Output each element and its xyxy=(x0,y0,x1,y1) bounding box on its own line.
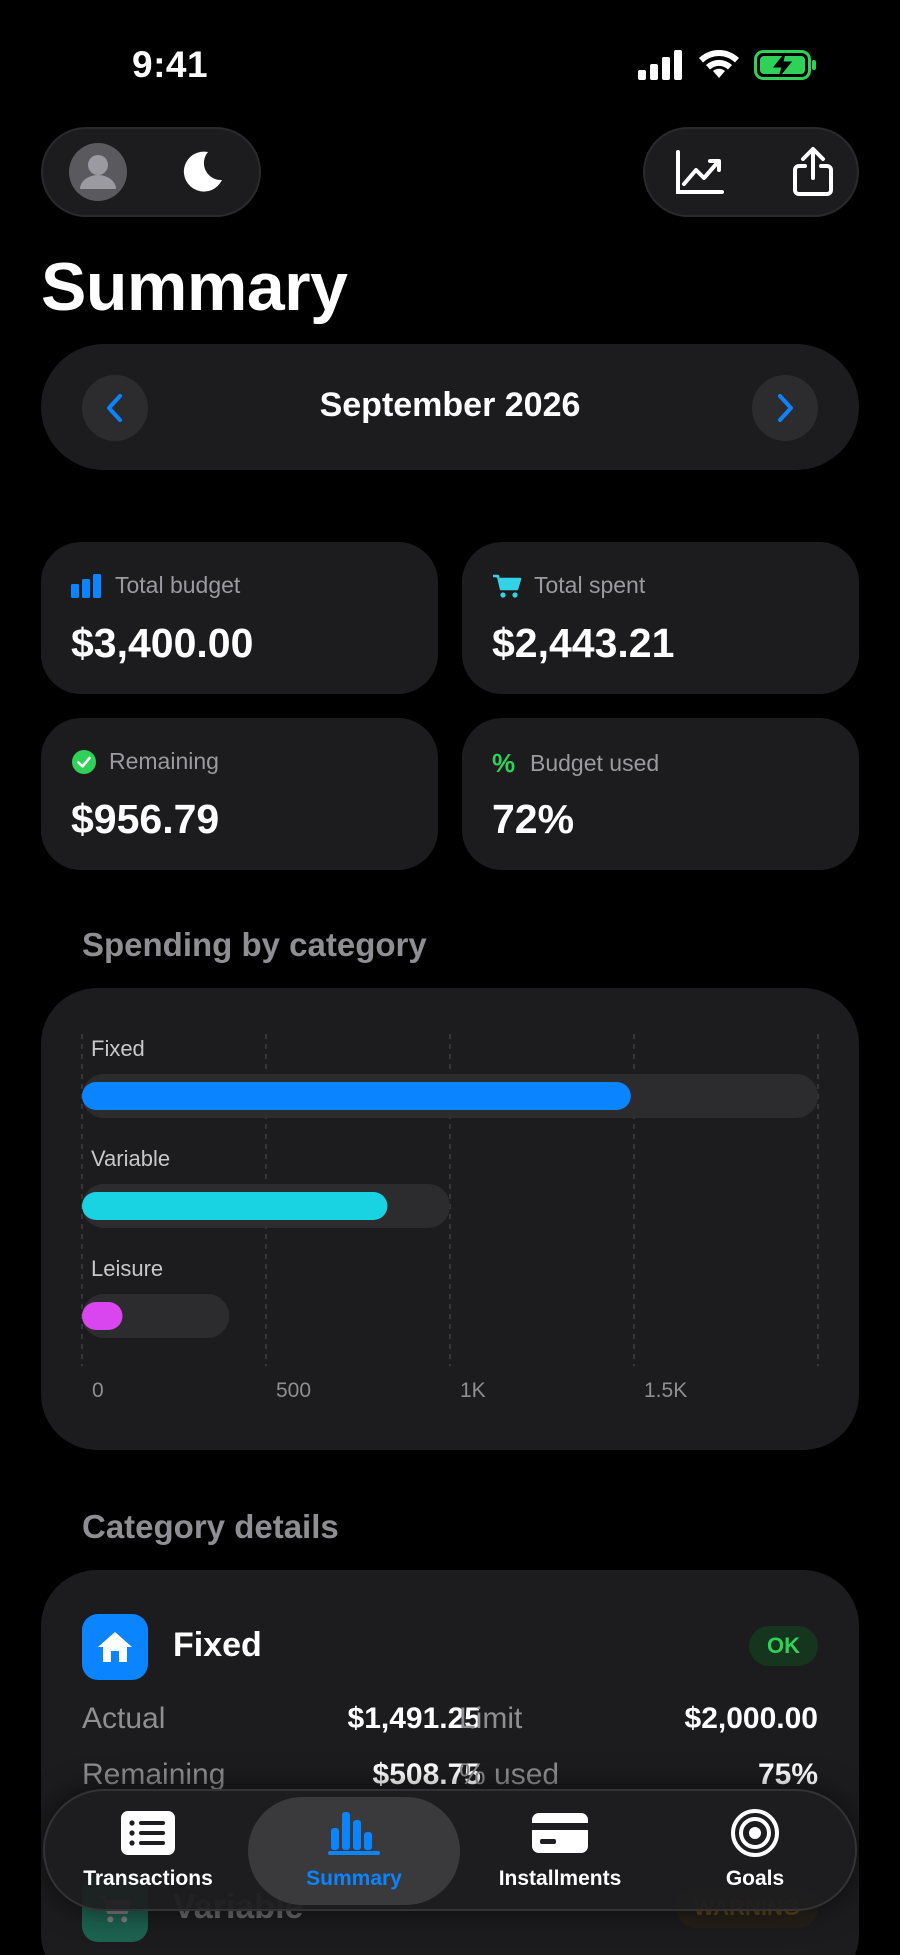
tab-transactions[interactable]: Transactions xyxy=(53,1797,243,1905)
stat-card-total-budget: Total budget $3,400.00 xyxy=(41,542,438,694)
tab-label: Installments xyxy=(498,1867,622,1890)
profile-button[interactable] xyxy=(53,129,143,215)
share-icon xyxy=(792,147,833,196)
stat-card-remaining: Remaining $956.79 xyxy=(41,718,438,870)
tab-label: Transactions xyxy=(83,1867,213,1890)
cart-icon xyxy=(493,574,522,598)
percent-used-value: 75% xyxy=(757,1758,818,1791)
month-selector: September 2026 xyxy=(41,344,859,470)
percent-icon: % xyxy=(492,748,516,778)
tab-label: Goals xyxy=(725,1867,785,1890)
x-tick-label: 1K xyxy=(460,1379,486,1402)
remaining-value: $508.75 xyxy=(372,1758,481,1791)
target-icon xyxy=(731,1809,779,1857)
spending-chart: 0 500 1K 1.5K Fixed Variable Leisure xyxy=(41,988,859,1450)
house-icon xyxy=(98,1632,132,1662)
bar xyxy=(82,1192,388,1220)
status-bar: 9:41 xyxy=(0,0,900,130)
tab-bar: Transactions Summary Installments Goals xyxy=(43,1789,857,1911)
tab-summary[interactable]: Summary xyxy=(248,1797,460,1905)
tab-goals[interactable]: Goals xyxy=(660,1797,850,1905)
x-tick-label: 500 xyxy=(276,1379,311,1402)
stat-card-total-spent: Total spent $2,443.21 xyxy=(462,542,859,694)
theme-toggle-button[interactable] xyxy=(157,129,247,215)
month-label: September 2026 xyxy=(319,386,581,424)
stat-value: $2,443.21 xyxy=(492,620,675,666)
category-name: Fixed xyxy=(173,1626,262,1664)
category-label: Variable xyxy=(91,1146,170,1171)
person-icon xyxy=(69,143,127,201)
category-icon xyxy=(82,1614,148,1680)
page-title: Summary xyxy=(41,249,348,325)
battery-charging-icon xyxy=(754,50,816,80)
checkmark-circle-icon xyxy=(72,749,96,774)
trend-chart-icon xyxy=(675,150,724,194)
chevron-right-icon xyxy=(778,394,793,422)
x-tick-label: 0 xyxy=(92,1379,104,1402)
stat-label: Total spent xyxy=(534,572,646,598)
tab-label: Summary xyxy=(306,1867,402,1890)
status-time: 9:41 xyxy=(132,44,209,85)
bar-chart-icon xyxy=(71,573,101,598)
signal-icon xyxy=(638,50,682,80)
toolbar-left xyxy=(41,127,261,217)
status-icons xyxy=(638,50,818,80)
next-month-button[interactable] xyxy=(752,375,818,441)
stat-label: Total budget xyxy=(115,572,241,598)
stat-value: $956.79 xyxy=(71,796,220,842)
category-label: Leisure xyxy=(91,1256,163,1281)
share-button[interactable] xyxy=(768,129,857,215)
percent-used-label: % used xyxy=(459,1758,560,1791)
stat-card-budget-used: % Budget used 72% xyxy=(462,718,859,870)
tab-installments[interactable]: Installments xyxy=(465,1797,655,1905)
limit-value: $2,000.00 xyxy=(684,1702,818,1735)
status-badge: OK xyxy=(749,1626,818,1666)
stat-value: 72% xyxy=(492,796,575,842)
bar xyxy=(82,1082,631,1110)
wifi-icon xyxy=(699,50,739,78)
stat-label: Budget used xyxy=(530,750,660,776)
list-icon xyxy=(121,1811,175,1855)
category-label: Fixed xyxy=(91,1036,145,1061)
moon-icon xyxy=(183,151,222,192)
x-tick-label: 1.5K xyxy=(644,1379,687,1402)
actual-value: $1,491.25 xyxy=(347,1702,481,1735)
credit-card-icon xyxy=(532,1813,588,1853)
bar-chart-icon xyxy=(328,1812,380,1855)
actual-label: Actual xyxy=(82,1702,166,1735)
bar-chart: 0 500 1K 1.5K Fixed Variable Leisure xyxy=(81,1034,819,1402)
limit-label: Limit xyxy=(459,1702,523,1735)
stat-value: $3,400.00 xyxy=(71,620,254,666)
remaining-label: Remaining xyxy=(82,1758,226,1791)
section-title-spending: Spending by category xyxy=(82,926,427,963)
toolbar-right xyxy=(643,127,859,217)
stat-label: Remaining xyxy=(109,748,219,774)
analytics-button[interactable] xyxy=(655,129,744,215)
section-title-details: Category details xyxy=(82,1508,339,1545)
bar xyxy=(82,1302,123,1330)
